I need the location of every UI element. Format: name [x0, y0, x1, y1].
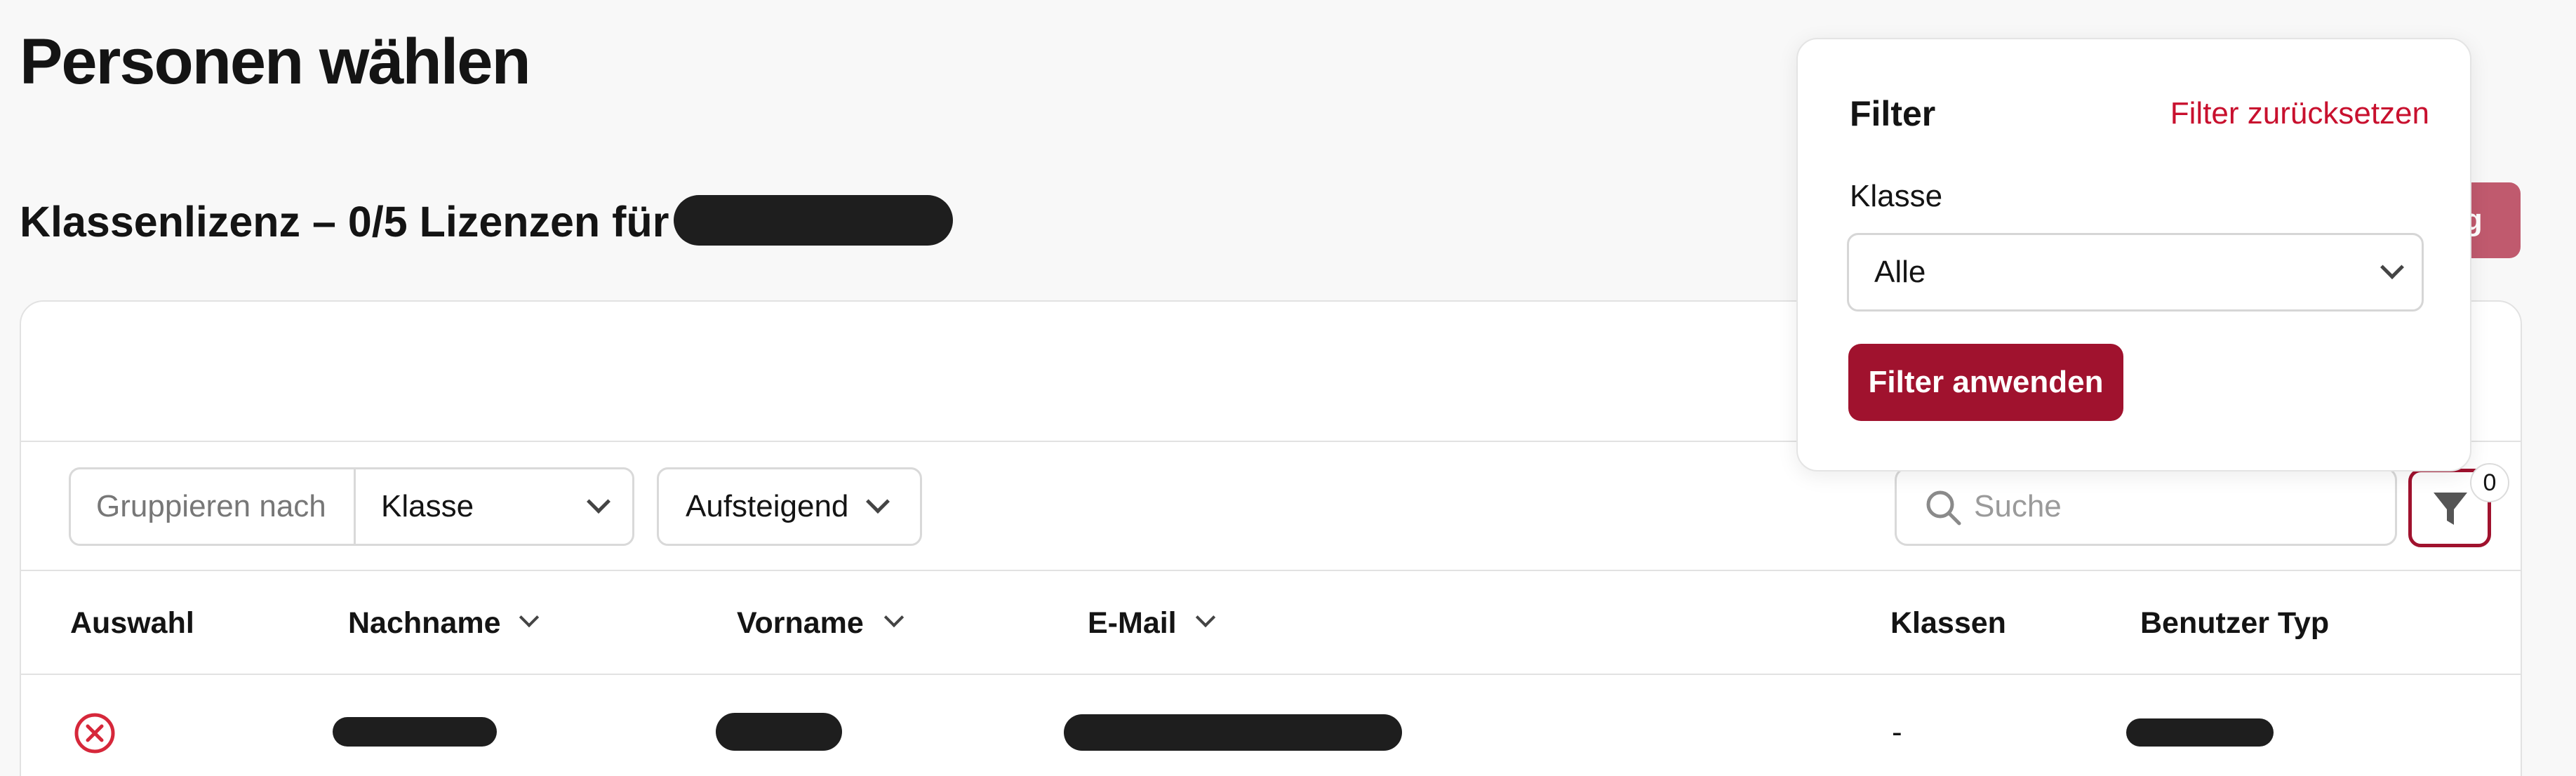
- redacted-first-name: [716, 713, 842, 751]
- class-filter-label: Klasse: [1850, 179, 1943, 213]
- page-title: Personen wählen: [20, 26, 531, 98]
- apply-filter-button[interactable]: Filter anwenden: [1848, 344, 2123, 421]
- chevron-down-icon: [2380, 255, 2404, 279]
- redacted-last-name: [333, 717, 497, 747]
- group-by-label: Gruppieren nach: [71, 469, 356, 544]
- column-header-benutzer-typ: Benutzer Typ: [2140, 606, 2330, 640]
- filter-popover: Filter Filter zurücksetzen Klasse Alle F…: [1796, 38, 2471, 471]
- column-header-klassen: Klassen: [1890, 606, 2006, 640]
- license-section-title: Klassenlizenz – 0/5 Lizenzen für: [20, 198, 669, 246]
- filter-funnel-icon: [2434, 493, 2467, 525]
- chevron-down-icon: [587, 490, 610, 514]
- redacted-school-name: [674, 195, 953, 246]
- column-header-vorname[interactable]: Vorname: [737, 602, 864, 644]
- group-by-control: Gruppieren nach Klasse: [69, 467, 634, 546]
- table-header-top-border: [21, 570, 2521, 571]
- group-by-select[interactable]: Klasse: [356, 469, 632, 544]
- search-icon: [1926, 490, 1961, 526]
- search-input[interactable]: [1974, 469, 2367, 544]
- class-filter-select[interactable]: Alle: [1847, 233, 2424, 312]
- filter-popover-title: Filter: [1850, 94, 1936, 133]
- redacted-user-type: [2126, 718, 2274, 747]
- deselect-x-circle-icon[interactable]: [73, 711, 116, 755]
- filter-reset-link[interactable]: Filter zurücksetzen: [2149, 94, 2429, 133]
- redacted-email: [1064, 714, 1402, 751]
- sort-order-select[interactable]: Aufsteigend: [657, 467, 922, 546]
- chevron-down-icon: [866, 490, 890, 514]
- column-header-nachname[interactable]: Nachname: [348, 602, 500, 644]
- row-klassen-value: -: [1892, 715, 1902, 749]
- search-box: [1895, 467, 2397, 546]
- column-header-auswahl: Auswahl: [70, 606, 194, 640]
- filter-count-badge: 0: [2470, 463, 2509, 502]
- column-header-email[interactable]: E-Mail: [1088, 602, 1177, 644]
